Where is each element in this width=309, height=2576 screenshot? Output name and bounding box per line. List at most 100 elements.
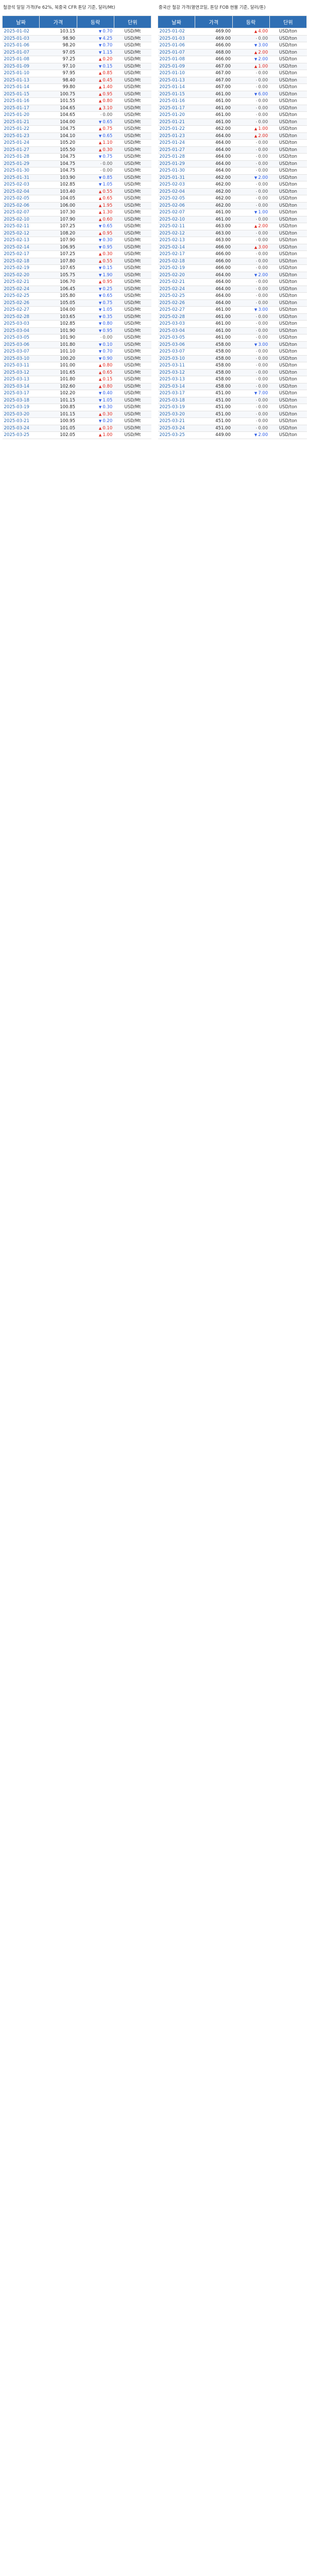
triangle-down-icon: ▼ — [98, 419, 102, 424]
table-row: 2025-01-03 98.90 ▼ 4.25 USD/Mt — [2, 35, 151, 42]
row-date: 2025-01-07 — [158, 49, 195, 56]
table-row: 2025-01-22 104.75 ▲ 0.75 USD/Mt — [2, 125, 151, 133]
table-row: 2025-01-13 467.00-0.00 USD/ton — [158, 77, 307, 84]
row-change-value: 0.95 — [102, 244, 113, 250]
row-change: ▼ 0.10 — [77, 341, 114, 348]
row-date: 2025-01-17 — [158, 105, 195, 112]
table-row: 2025-03-10 100.20 ▼ 0.90 USD/Mt — [2, 355, 151, 362]
table-row: 2025-01-06 98.20 ▼ 0.70 USD/Mt — [2, 42, 151, 49]
row-price: 458.00 — [195, 376, 232, 383]
dash-icon: - — [255, 238, 258, 243]
row-change-value: 1.05 — [102, 182, 113, 188]
row-price: 458.00 — [195, 383, 232, 390]
table-row: 2025-03-20 451.00-0.00 USD/ton — [158, 411, 307, 418]
row-price: 101.10 — [39, 348, 77, 356]
row-change-value: 0.85 — [102, 71, 113, 76]
table-row: 2025-01-30 464.00-0.00 USD/ton — [158, 167, 307, 175]
row-change: ▲ 1.00 — [77, 431, 114, 439]
row-date: 2025-03-19 — [158, 404, 195, 411]
row-unit: USD/ton — [269, 70, 307, 77]
row-price: 469.00 — [195, 28, 232, 36]
row-change-value: 0.55 — [102, 258, 113, 264]
row-price: 102.85 — [39, 320, 77, 328]
row-change-value: 0.75 — [102, 126, 113, 132]
row-change-value: 0.15 — [102, 265, 113, 271]
row-change-value: 0.00 — [258, 230, 268, 236]
row-change: ▼ 0.65 — [77, 132, 114, 140]
dash-icon: - — [255, 259, 258, 263]
row-unit: USD/ton — [269, 146, 307, 154]
row-change: ▲ 0.30 — [77, 411, 114, 418]
row-unit: USD/Mt — [114, 278, 151, 286]
row-change-value: 0.00 — [258, 105, 268, 111]
row-change: -0.00 — [232, 362, 270, 370]
row-change: ▼ 3.00 — [232, 306, 270, 314]
table-row: 2025-02-03 102.85 ▼ 1.05 USD/Mt — [2, 181, 151, 189]
row-unit: USD/Mt — [114, 188, 151, 195]
row-price: 100.20 — [39, 355, 77, 362]
row-unit: USD/Mt — [114, 230, 151, 237]
row-date: 2025-02-10 — [158, 216, 195, 223]
row-change-value: 0.00 — [102, 335, 113, 341]
table-row: 2025-03-19 451.00-0.00 USD/ton — [158, 404, 307, 411]
triangle-down-icon: ▼ — [98, 238, 102, 243]
row-unit: USD/ton — [269, 355, 307, 362]
table-row: 2025-01-17 461.00-0.00 USD/ton — [158, 105, 307, 112]
table-row: 2025-01-14 99.80 ▲ 1.40 USD/Mt — [2, 83, 151, 91]
row-price: 461.00 — [195, 105, 232, 112]
row-change-value: 0.95 — [102, 328, 113, 333]
row-unit: USD/ton — [269, 348, 307, 356]
row-date: 2025-02-21 — [158, 278, 195, 286]
row-date: 2025-02-04 — [158, 188, 195, 195]
row-change-value: 0.00 — [258, 265, 268, 271]
row-date: 2025-02-04 — [2, 188, 40, 195]
table-row: 2025-02-06 106.00 ▲ 1.95 USD/Mt — [2, 202, 151, 209]
row-change: ▼ 3.00 — [232, 341, 270, 348]
table-row: 2025-03-14 458.00-0.00 USD/ton — [158, 383, 307, 390]
row-change-value: 4.25 — [102, 36, 113, 41]
table-row: 2025-02-06 462.00-0.00 USD/ton — [158, 202, 307, 209]
row-date: 2025-02-06 — [2, 202, 40, 209]
dash-icon: - — [255, 113, 258, 118]
row-price: 466.00 — [195, 56, 232, 63]
table-row: 2025-02-07 461.00 ▼ 1.00 USD/ton — [158, 209, 307, 216]
row-change-value: 2.00 — [258, 224, 268, 229]
triangle-up-icon: ▲ — [98, 426, 102, 430]
row-change: -0.00 — [232, 97, 270, 105]
row-change: -0.00 — [232, 237, 270, 244]
row-change-value: 1.00 — [258, 126, 268, 132]
row-change-value: 0.00 — [258, 383, 268, 389]
row-price: 461.00 — [195, 209, 232, 216]
row-unit: USD/ton — [269, 42, 307, 49]
row-unit: USD/ton — [269, 320, 307, 328]
row-change-value: 2.00 — [258, 57, 268, 62]
row-change: ▼ 0.70 — [77, 42, 114, 49]
row-price: 464.00 — [195, 278, 232, 286]
dash-icon: - — [255, 106, 258, 110]
row-price: 458.00 — [195, 341, 232, 348]
row-unit: USD/ton — [269, 376, 307, 383]
table-row: 2025-03-03 102.85 ▼ 0.80 USD/Mt — [2, 320, 151, 328]
table-header-row: 날짜 가격 등락 단위 — [2, 15, 152, 28]
table-row: 2025-03-14 102.60 ▲ 0.80 USD/Mt — [2, 383, 151, 390]
dash-icon: - — [255, 287, 258, 291]
row-change-value: 0.00 — [102, 168, 113, 174]
row-price: 461.00 — [195, 91, 232, 98]
table-row: 2025-01-07 97.05 ▼ 1.15 USD/Mt — [2, 49, 151, 56]
row-change: ▼ 0.95 — [77, 327, 114, 334]
row-price: 99.80 — [39, 83, 77, 91]
row-change-value: 0.00 — [258, 71, 268, 76]
row-unit: USD/ton — [269, 139, 307, 147]
triangle-down-icon: ▼ — [254, 43, 258, 48]
row-change: ▲ 0.65 — [77, 195, 114, 203]
row-date: 2025-02-27 — [2, 306, 40, 314]
row-change-value: 0.00 — [258, 314, 268, 320]
row-price: 466.00 — [195, 42, 232, 49]
table-row: 2025-03-05 461.00-0.00 USD/ton — [158, 334, 307, 342]
iron-ore-panel: 철광석 일일 가격(Fe 62%, 북중국 CFR 톤당 기준, 달러/Mt) … — [2, 0, 152, 439]
row-change: ▲ 2.00 — [232, 223, 270, 230]
row-date: 2025-03-06 — [2, 341, 40, 348]
table-row: 2025-03-25 449.00 ▼ 2.00 USD/ton — [158, 431, 307, 439]
row-unit: USD/Mt — [114, 216, 151, 223]
table-row: 2025-01-08 466.00 ▼ 2.00 USD/ton — [158, 56, 307, 63]
